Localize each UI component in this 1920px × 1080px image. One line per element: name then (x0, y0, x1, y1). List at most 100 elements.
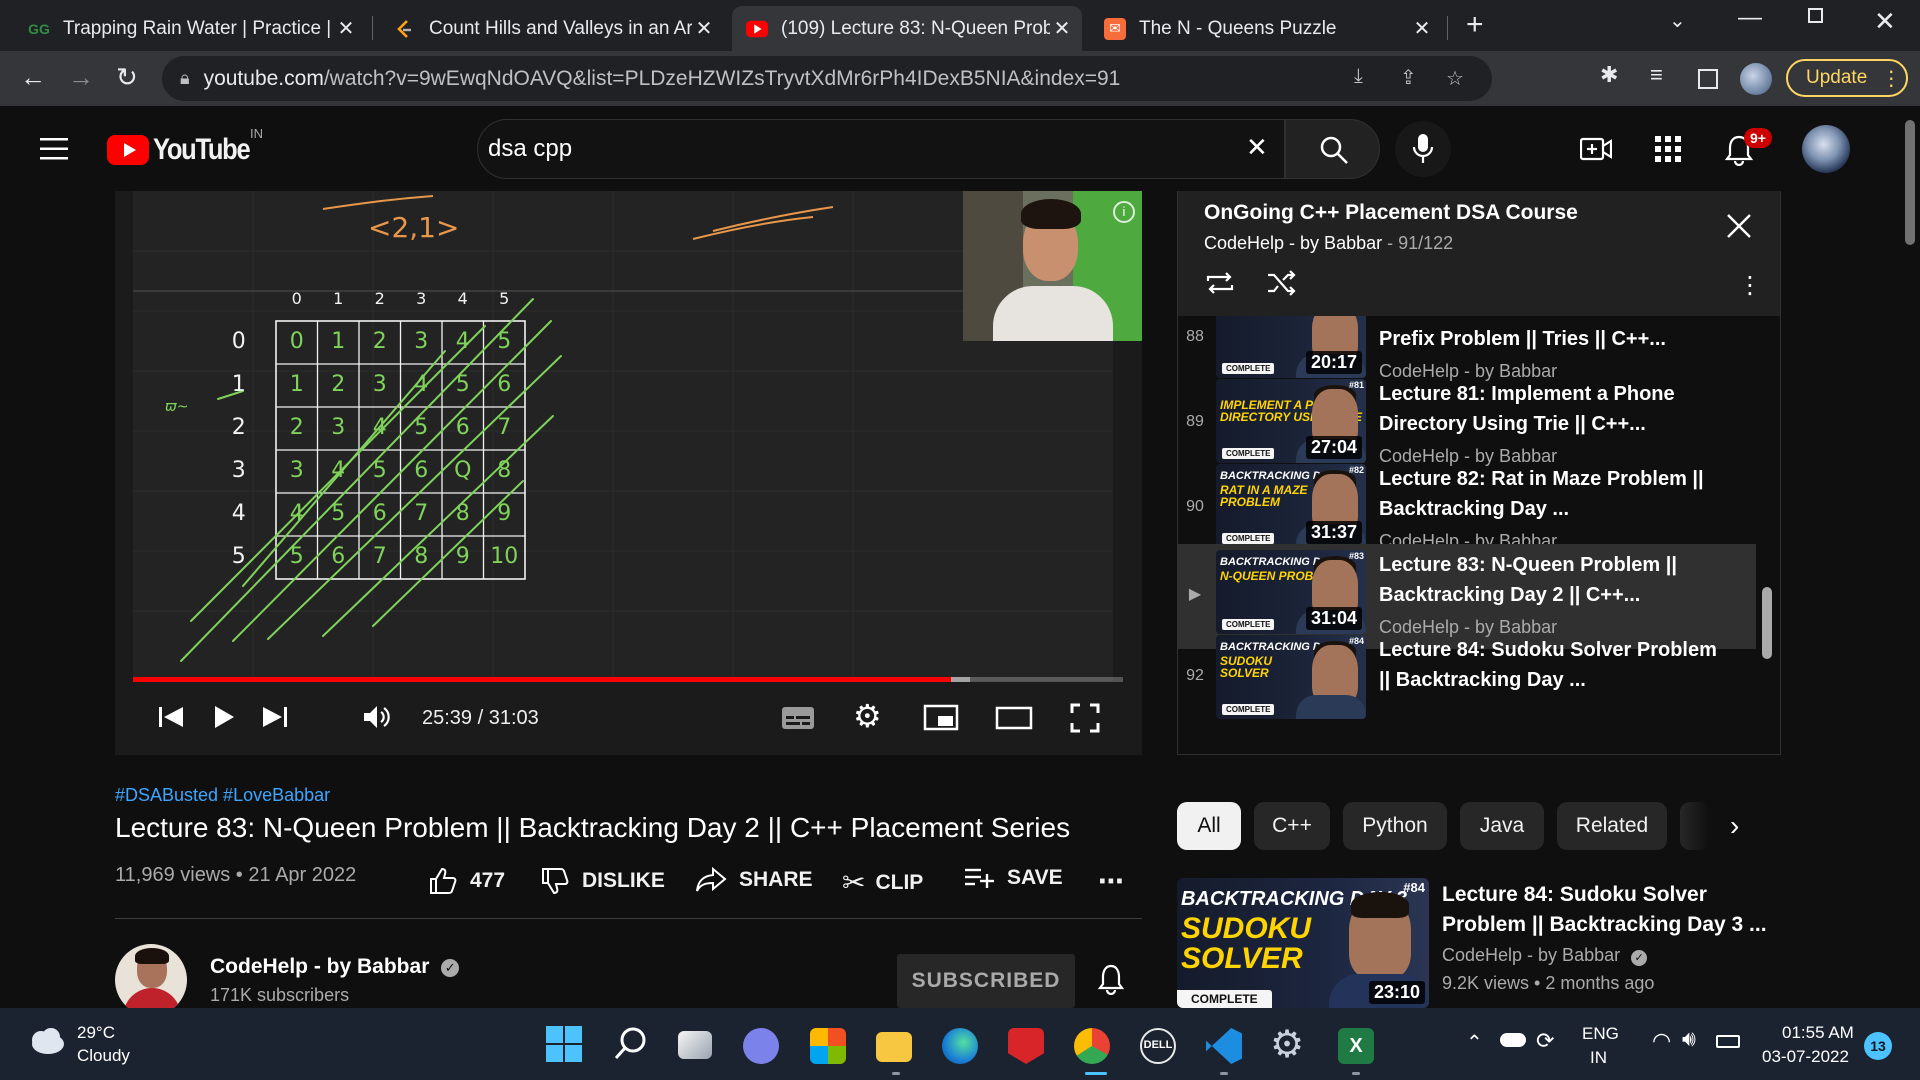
filter-chip[interactable]: Java (1460, 802, 1544, 850)
video-player[interactable]: ϖ~ 0123450123450123451234562345673456Q84… (115, 191, 1142, 755)
notification-bell-icon[interactable] (1097, 963, 1125, 1000)
browser-tab-leetcode[interactable]: Count Hills and Valleys in an Arra ✕ (380, 6, 724, 51)
channel-name[interactable]: CodeHelp - by Babbar ✓ (210, 955, 460, 979)
onedrive-icon[interactable] (1500, 1033, 1526, 1047)
mcafee-icon[interactable] (1008, 1028, 1044, 1064)
hashtags-link[interactable]: #DSABusted #LoveBabbar (115, 785, 330, 806)
playlist-item-thumbnail[interactable]: BACKTRACKING DAY 3 SUDOKU SOLVER #84 COM… (1216, 635, 1366, 719)
media-controls-icon[interactable]: ≡ (1650, 62, 1663, 88)
file-explorer-icon[interactable] (876, 1032, 912, 1062)
bookmark-star-icon[interactable]: ☆ (1446, 66, 1464, 91)
browser-tab-codingninjas[interactable]: ✉ The N - Queens Puzzle ✕ (1090, 6, 1442, 51)
close-window-button[interactable]: ✕ (1874, 6, 1896, 37)
cloud-weather-icon[interactable] (26, 1026, 66, 1061)
wifi-icon[interactable]: ◠ (1652, 1028, 1671, 1054)
like-button[interactable]: 477 (428, 866, 505, 896)
browser-tab-youtube[interactable]: (109) Lecture 83: N-Queen Proble ✕ (732, 6, 1082, 51)
teams-chat-icon[interactable] (743, 1028, 779, 1064)
filter-chip[interactable]: C++ (1254, 802, 1330, 850)
microsoft-store-icon[interactable] (810, 1028, 846, 1064)
info-icon[interactable]: i (1113, 201, 1135, 223)
volume-icon[interactable] (362, 703, 394, 731)
speaker-icon[interactable]: 🔊︎ (1682, 1026, 1696, 1052)
clip-button[interactable]: ✂ CLIP (842, 866, 923, 899)
create-video-icon[interactable] (1579, 136, 1613, 167)
playlist-title[interactable]: OnGoing C++ Placement DSA Course (1204, 201, 1578, 225)
playlist-item-thumbnail[interactable]: BACKTRACKING DAY2 N-QUEEN PROBLEM #83 CO… (1216, 550, 1366, 634)
subtitles-icon[interactable] (781, 703, 815, 731)
close-icon[interactable]: ✕ (692, 16, 716, 41)
search-input[interactable]: dsa cpp ✕ (477, 119, 1285, 179)
notification-center-badge[interactable]: 13 (1864, 1032, 1892, 1060)
dell-icon[interactable]: DELL (1140, 1028, 1176, 1064)
subscribed-button[interactable]: SUBSCRIBED (897, 954, 1075, 1008)
menu-hamburger-icon[interactable] (40, 138, 68, 165)
channel-avatar[interactable] (115, 944, 187, 1016)
playlist-item-thumbnail[interactable]: IMPLEMENT A PHONE DIRECTORY USING TRIE #… (1216, 379, 1366, 463)
close-icon[interactable]: ✕ (334, 16, 358, 41)
youtube-logo[interactable]: YouTube (107, 133, 266, 167)
apps-grid-icon[interactable] (1655, 136, 1681, 167)
next-video-icon[interactable] (261, 703, 289, 731)
clock-date[interactable]: 03-07-2022 (1762, 1047, 1849, 1067)
extensions-puzzle-icon[interactable]: ✱ (1600, 62, 1618, 88)
close-playlist-icon[interactable] (1726, 213, 1752, 239)
battery-icon[interactable] (1716, 1035, 1740, 1048)
playlist-channel[interactable]: CodeHelp - by Babbar (1204, 233, 1382, 253)
playlist-item-thumbnail[interactable]: BACKTRACKING DAY 1 RAT IN A MAZE PROBLEM… (1216, 464, 1366, 548)
page-scrollbar-thumb[interactable] (1905, 120, 1915, 245)
progress-bar[interactable] (133, 677, 1123, 682)
more-actions-icon[interactable]: ⋯ (1098, 866, 1124, 897)
playlist-menu-icon[interactable]: ⋮ (1738, 271, 1762, 300)
theater-mode-icon[interactable] (995, 703, 1033, 731)
new-tab-button[interactable]: + (1466, 8, 1484, 42)
close-icon[interactable]: ✕ (1050, 16, 1074, 41)
address-bar[interactable]: 🔒︎ youtube.com/watch?v=9wEwqNdOAVQ&list=… (162, 56, 1492, 101)
search-icon[interactable] (613, 1026, 649, 1062)
share-icon[interactable]: ⇪ (1400, 65, 1417, 90)
related-title[interactable]: Lecture 84: Sudoku Solver Problem || Bac… (1442, 880, 1772, 940)
back-arrow-icon[interactable]: ← (20, 62, 46, 93)
dislike-button[interactable]: DISLIKE (540, 866, 665, 896)
settings-gear-icon[interactable]: ⚙ (853, 697, 882, 735)
playlist-item[interactable]: 92 BACKTRACKING DAY 3 SUDOKU SOLVER #84 … (1178, 629, 1756, 734)
voice-search-button[interactable] (1395, 121, 1451, 177)
clock-time[interactable]: 01:55 AM (1782, 1023, 1854, 1043)
vscode-icon[interactable] (1206, 1028, 1242, 1064)
language-code[interactable]: ENG (1582, 1024, 1619, 1044)
install-app-icon[interactable]: ⤓ (1354, 65, 1363, 88)
clear-search-icon[interactable]: ✕ (1246, 132, 1268, 163)
chips-next-icon[interactable]: › (1730, 810, 1739, 842)
filter-chip[interactable]: Python (1343, 802, 1447, 850)
share-button[interactable]: SHARE (695, 866, 813, 894)
restore-button[interactable] (1808, 8, 1823, 23)
task-view-icon[interactable] (678, 1031, 712, 1059)
save-button[interactable]: SAVE (963, 866, 1063, 890)
search-button[interactable] (1285, 119, 1380, 179)
profile-avatar[interactable] (1740, 63, 1772, 95)
related-thumbnail[interactable]: BACKTRACKING DAY 3 SUDOKU SOLVER #84 COM… (1177, 878, 1429, 1008)
playlist-scrollbar[interactable] (1762, 587, 1772, 659)
side-panel-icon[interactable] (1698, 69, 1718, 89)
filter-chip[interactable]: Related (1557, 802, 1667, 850)
shuffle-icon[interactable] (1266, 269, 1298, 297)
filter-chip[interactable]: All (1177, 802, 1241, 850)
related-channel[interactable]: CodeHelp - by Babbar ✓ (1442, 945, 1648, 966)
loop-icon[interactable] (1204, 269, 1236, 297)
forward-arrow-icon[interactable]: → (68, 62, 94, 93)
chrome-icon[interactable] (1074, 1028, 1110, 1064)
edge-browser-icon[interactable] (942, 1028, 978, 1064)
excel-icon[interactable]: X (1338, 1028, 1374, 1064)
fullscreen-icon[interactable] (1070, 703, 1100, 733)
previous-video-icon[interactable] (157, 703, 185, 731)
windows-start-icon[interactable] (546, 1026, 582, 1062)
close-icon[interactable]: ✕ (1410, 16, 1434, 41)
update-button[interactable]: Update ⋮ (1786, 59, 1908, 97)
tab-search-chevron-icon[interactable]: ⌄ (1669, 8, 1686, 33)
browser-tab-gfg[interactable]: GG Trapping Rain Water | Practice | G ✕ (14, 6, 366, 51)
minimize-button[interactable]: — (1738, 4, 1762, 32)
reload-icon[interactable]: ↻ (116, 62, 138, 93)
play-icon[interactable] (212, 703, 236, 731)
sync-icon[interactable]: ⟳ (1536, 1028, 1554, 1054)
miniplayer-icon[interactable] (923, 703, 959, 731)
